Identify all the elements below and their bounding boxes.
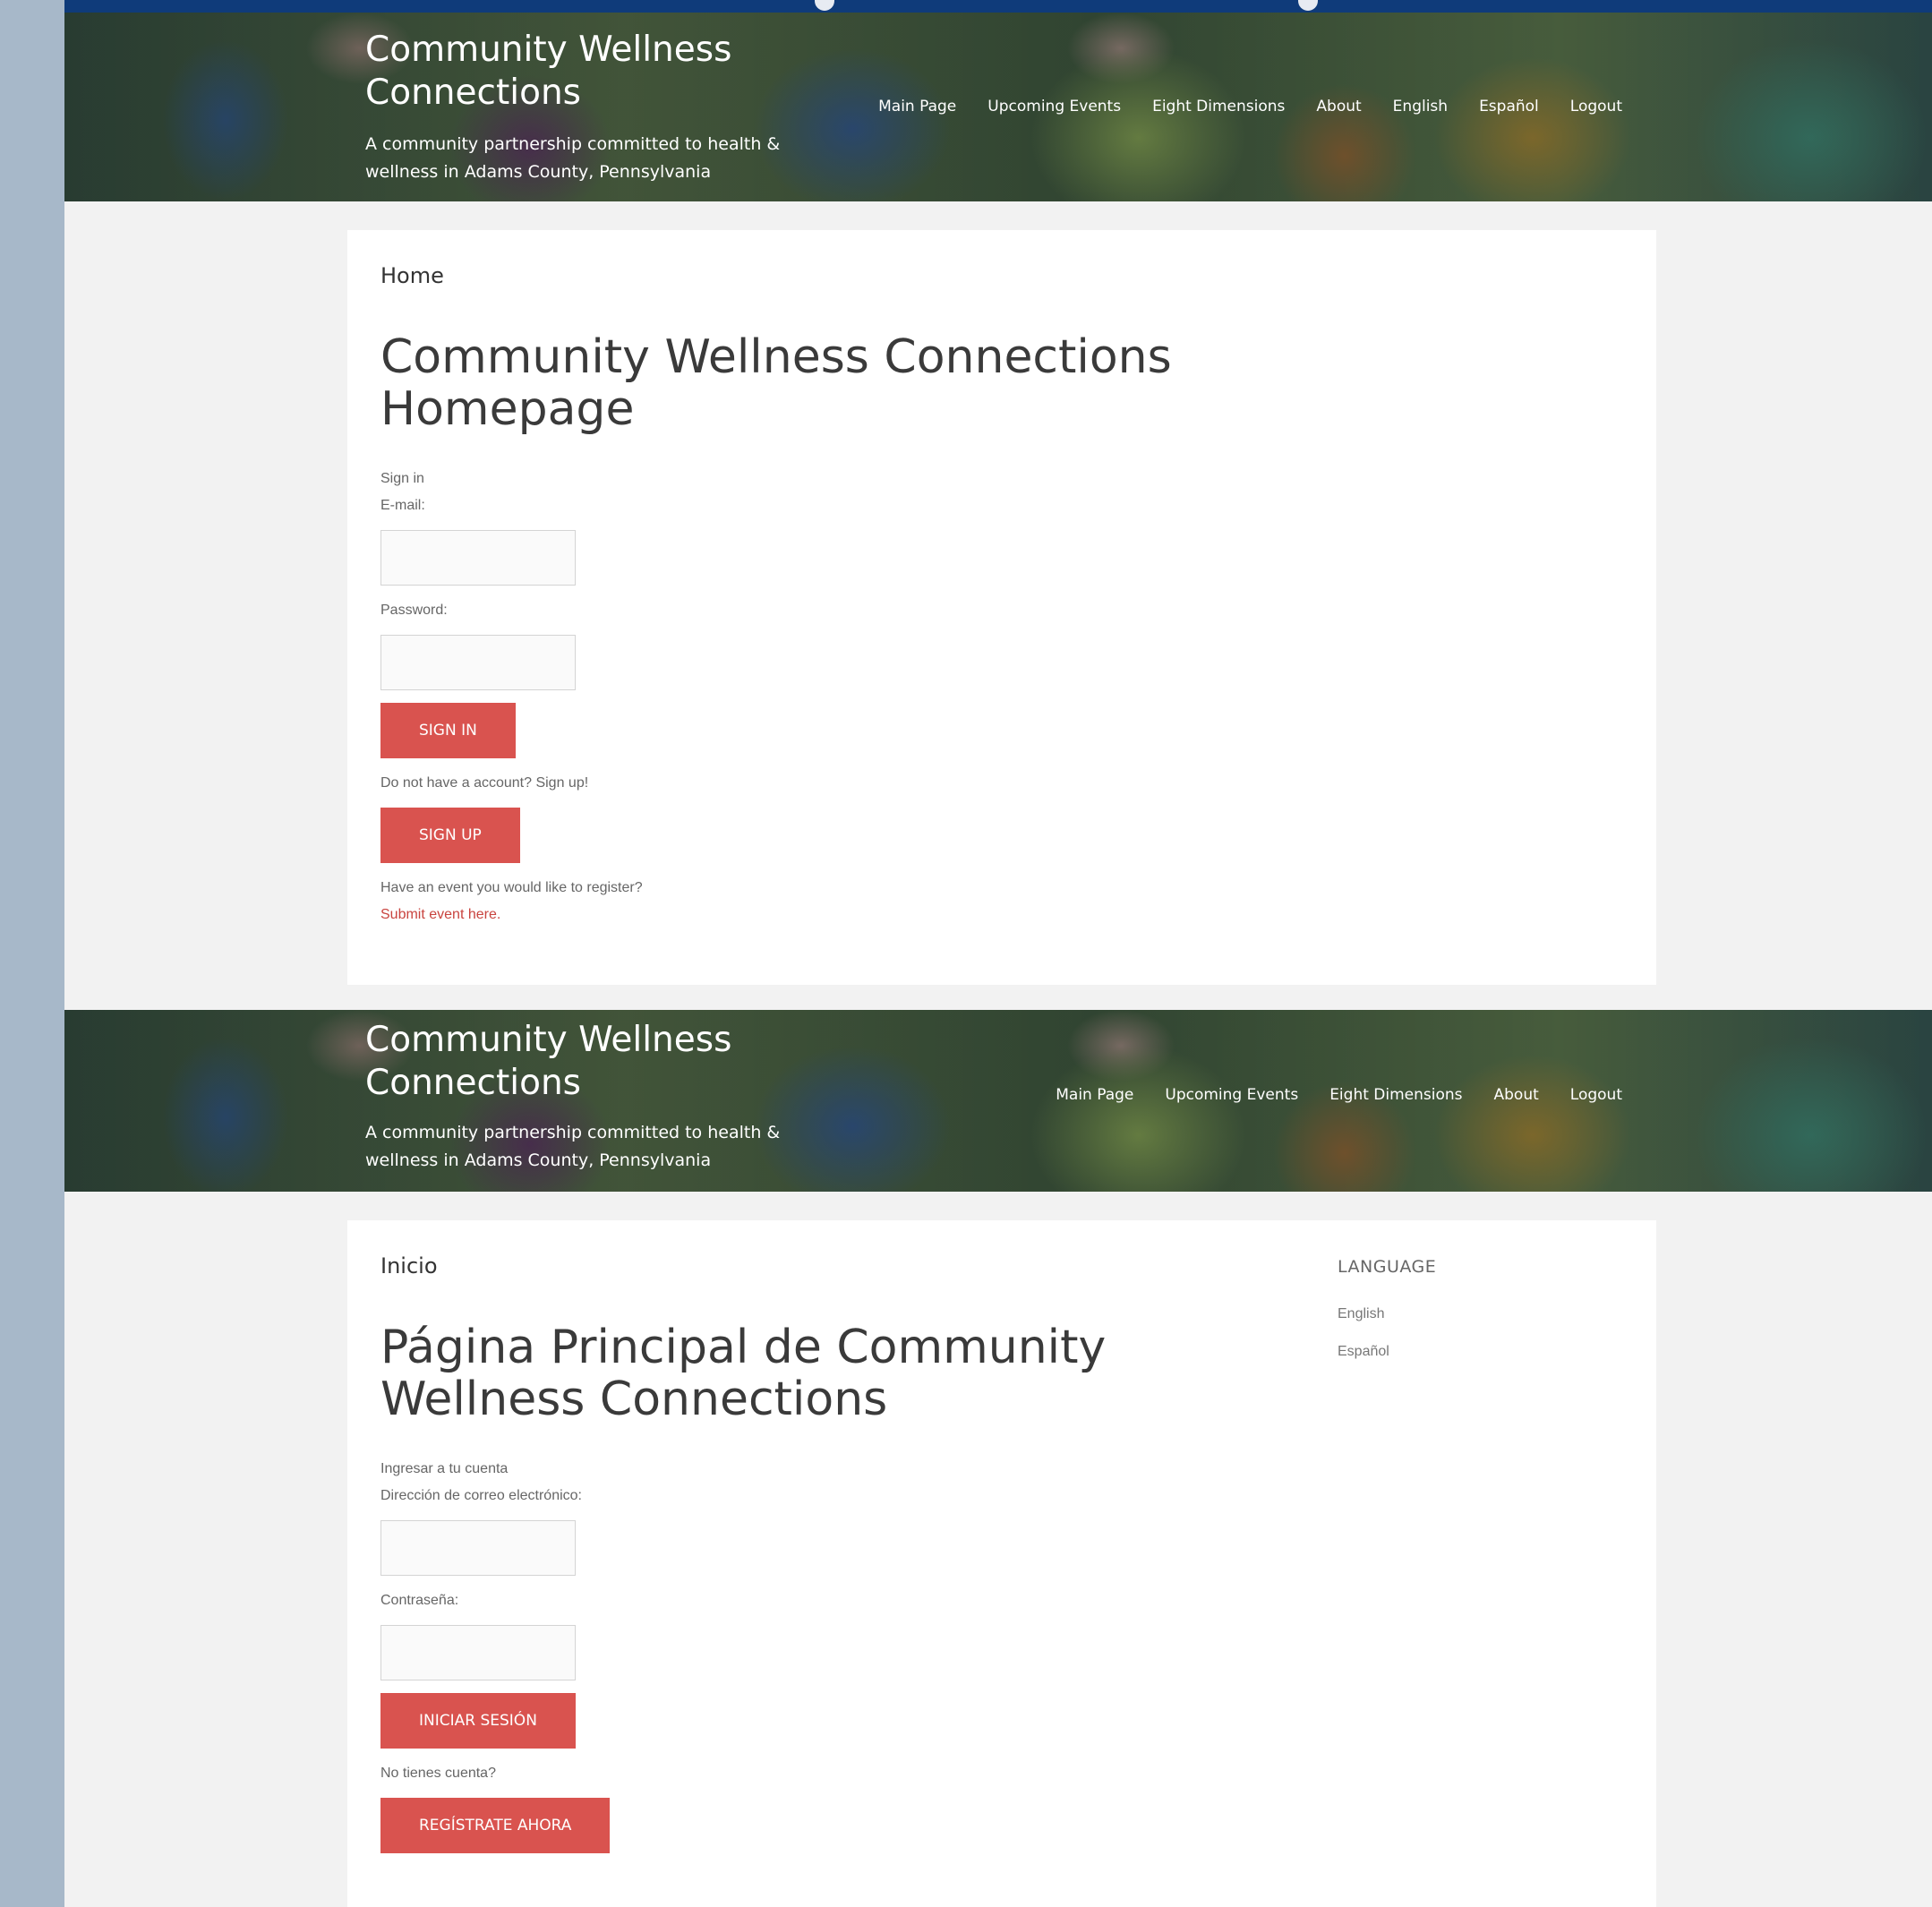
breadcrumb: Home	[380, 263, 444, 288]
main-nav: Main Page Upcoming Events Eight Dimensio…	[1024, 1086, 1622, 1104]
event-prompt: Have an event you would like to register…	[380, 880, 643, 895]
email-label: Dirección de correo electrónico:	[380, 1488, 582, 1503]
email-field[interactable]	[380, 530, 576, 586]
submit-event-link[interactable]: Submit event here.	[380, 907, 500, 923]
language-link-english[interactable]: English	[1338, 1306, 1384, 1322]
top-bar-ornament	[815, 0, 834, 11]
password-label: Password:	[380, 603, 448, 618]
language-sidebar-title: Language	[1338, 1257, 1437, 1277]
breadcrumb: Inicio	[380, 1253, 438, 1278]
main-nav: Main Page Upcoming Events Eight Dimensio…	[847, 98, 1622, 115]
page: Community Wellness Connections A communi…	[64, 0, 1932, 1907]
site-tagline: A community partnership committed to hea…	[365, 1123, 781, 1170]
nav-logout[interactable]: Logout	[1570, 98, 1622, 115]
no-account-text: Do not have a account? Sign up!	[380, 775, 589, 791]
password-label: Contraseña:	[380, 1593, 459, 1608]
nav-about[interactable]: About	[1494, 1086, 1539, 1104]
nav-espanol[interactable]: Español	[1479, 98, 1539, 115]
sign-in-button[interactable]: Sign In	[380, 703, 516, 758]
top-bar	[64, 0, 1932, 13]
top-bar-ornament	[1298, 0, 1318, 11]
sign-up-button[interactable]: Regístrate Ahora	[380, 1798, 611, 1853]
nav-upcoming-events[interactable]: Upcoming Events	[1165, 1086, 1298, 1104]
nav-english[interactable]: English	[1393, 98, 1448, 115]
site-title[interactable]: Community Wellness Connections	[365, 1019, 777, 1105]
no-account-text: No tienes cuenta?	[380, 1766, 496, 1781]
email-label: E-mail:	[380, 498, 425, 513]
site-tagline: A community partnership committed to hea…	[365, 134, 781, 182]
page-title: Community Wellness Connections Homepage	[380, 330, 1172, 436]
nav-main-page[interactable]: Main Page	[878, 98, 956, 115]
site-title[interactable]: Community Wellness Connections	[365, 29, 777, 115]
nav-eight-dimensions[interactable]: Eight Dimensions	[1152, 98, 1285, 115]
site-header-english: Community Wellness Connections A communi…	[64, 13, 1932, 201]
nav-about[interactable]: About	[1316, 98, 1361, 115]
content-card-spanish: Inicio Página Principal de Community Wel…	[347, 1220, 1656, 1907]
email-field[interactable]	[380, 1520, 576, 1576]
password-field[interactable]	[380, 1625, 576, 1680]
password-field[interactable]	[380, 635, 576, 690]
nav-upcoming-events[interactable]: Upcoming Events	[987, 98, 1121, 115]
content-card-english: Home Community Wellness Connections Home…	[347, 230, 1656, 985]
sign-up-button[interactable]: Sign Up	[380, 808, 520, 863]
sign-in-heading: Sign in	[380, 471, 424, 486]
nav-main-page[interactable]: Main Page	[1056, 1086, 1133, 1104]
language-link-espanol[interactable]: Español	[1338, 1344, 1389, 1360]
page-title: Página Principal de Community Wellness C…	[380, 1321, 1107, 1426]
nav-logout[interactable]: Logout	[1570, 1086, 1622, 1104]
sign-in-heading: Ingresar a tu cuenta	[380, 1461, 509, 1476]
sign-in-button[interactable]: Iniciar Sesión	[380, 1693, 576, 1749]
nav-eight-dimensions[interactable]: Eight Dimensions	[1329, 1086, 1462, 1104]
site-header-spanish: Community Wellness Connections A communi…	[64, 1010, 1932, 1192]
